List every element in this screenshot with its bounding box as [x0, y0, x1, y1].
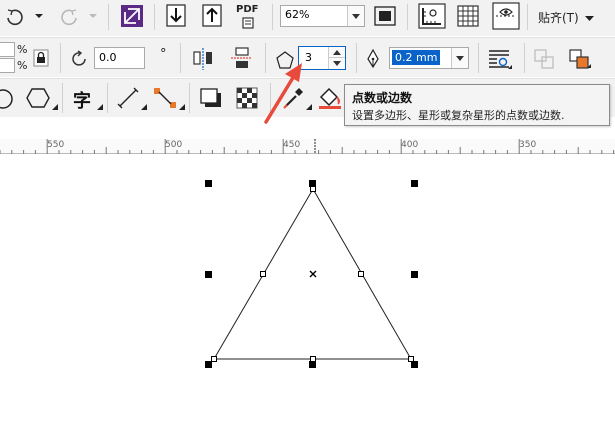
- polygon-tool-icon[interactable]: [26, 87, 50, 109]
- horizontal-ruler[interactable]: 550 500 450 400 350: [0, 139, 615, 154]
- app-launcher-icon[interactable]: [120, 4, 144, 28]
- connector-tool-flyout-icon[interactable]: [179, 104, 185, 110]
- export-icon[interactable]: [201, 4, 223, 28]
- snap-to-menu[interactable]: 贴齐(T): [538, 9, 594, 26]
- points-or-sides-tooltip: 点数或边数 设置多边形、星形或复杂星形的点数或边数.: [344, 84, 610, 126]
- rotation-angle-input[interactable]: 0.0: [94, 47, 145, 69]
- snap-dropdown-icon: [584, 16, 594, 21]
- import-icon[interactable]: [165, 4, 187, 28]
- drop-shadow-tool-icon[interactable]: [199, 87, 223, 109]
- annotation-arrow-icon: [264, 63, 302, 124]
- pdf-label: PDF: [236, 4, 259, 15]
- polygon-node[interactable]: [211, 356, 217, 362]
- rotate-icon: [72, 50, 86, 66]
- ruler-label: 350: [519, 140, 537, 150]
- polygon-node[interactable]: [310, 186, 316, 192]
- selection-handle[interactable]: [205, 180, 212, 187]
- tooltip-body: 设置多边形、星形或复杂星形的点数或边数.: [352, 109, 565, 122]
- to-back-of-layer-icon[interactable]: [568, 48, 592, 70]
- selection-handle[interactable]: [205, 271, 212, 278]
- snap-to-label: 贴齐(T): [538, 11, 579, 25]
- to-front-of-layer-icon[interactable]: [533, 48, 555, 70]
- zoom-level-combo[interactable]: 62%: [280, 5, 365, 27]
- scale-x-field[interactable]: [0, 42, 15, 57]
- mirror-vertical-icon[interactable]: [230, 46, 252, 70]
- polygon-node[interactable]: [310, 356, 316, 362]
- guidelines-icon[interactable]: [492, 2, 520, 30]
- polygon-tool-flyout-icon[interactable]: [52, 104, 58, 110]
- publish-pdf-button[interactable]: PDF: [236, 4, 260, 30]
- rotation-angle-value: 0.0: [99, 51, 117, 64]
- redo-dropdown-icon[interactable]: [88, 12, 98, 20]
- selection-handle[interactable]: [411, 180, 418, 187]
- zoom-level-value: 62%: [285, 8, 310, 21]
- dimension-tool-flyout-icon[interactable]: [141, 104, 147, 110]
- spinner-down-button[interactable]: [328, 58, 345, 69]
- selection-handle[interactable]: [411, 271, 418, 278]
- ruler-label: 450: [283, 140, 301, 150]
- drawing-canvas[interactable]: [0, 155, 615, 421]
- outline-width-value: 0.2 mm: [392, 50, 441, 65]
- undo-dropdown-icon[interactable]: [34, 12, 44, 20]
- outline-width-combo[interactable]: 0.2 mm: [389, 47, 469, 69]
- degree-symbol: °: [160, 47, 167, 62]
- text-tool-flyout-icon[interactable]: [97, 104, 103, 110]
- ellipse-tool-icon[interactable]: [0, 88, 14, 110]
- selected-polygon-group[interactable]: [0, 155, 615, 421]
- redo-icon[interactable]: [58, 6, 84, 28]
- pen-nib-icon: [367, 49, 379, 69]
- selection-handle[interactable]: [205, 361, 212, 368]
- connector-tool-icon[interactable]: [153, 87, 177, 109]
- dimension-tool-icon[interactable]: [117, 87, 139, 109]
- selection-handle[interactable]: [309, 180, 316, 187]
- transparency-tool-icon[interactable]: [236, 87, 258, 109]
- lock-ratio-icon[interactable]: [33, 49, 49, 67]
- polygon-node[interactable]: [260, 271, 266, 277]
- chevron-down-icon[interactable]: [347, 6, 364, 26]
- full-screen-icon[interactable]: [373, 5, 397, 27]
- selection-handle[interactable]: [309, 361, 316, 368]
- spinner-up-icon: [333, 50, 341, 55]
- polygon-node[interactable]: [408, 356, 414, 362]
- ruler-label: 400: [401, 140, 419, 150]
- pdf-icon: [242, 17, 254, 29]
- text-tool-icon[interactable]: 字: [73, 87, 91, 113]
- scale-y-percent: %: [17, 59, 28, 72]
- tooltip-title: 点数或边数: [352, 91, 413, 105]
- standard-toolbar: PDF 62% 贴齐(T): [0, 0, 615, 36]
- interactive-fill-tool-icon[interactable]: [318, 87, 342, 109]
- center-marker-icon: [309, 270, 317, 278]
- selection-handle[interactable]: [411, 361, 418, 368]
- ruler-label: 500: [165, 140, 183, 150]
- grid-icon[interactable]: [457, 5, 479, 27]
- text-wrap-icon[interactable]: [487, 48, 513, 72]
- mirror-horizontal-icon[interactable]: [192, 47, 214, 71]
- spinner-up-button[interactable]: [328, 47, 345, 58]
- ruler-label: 550: [47, 140, 65, 150]
- scale-x-percent: %: [17, 43, 28, 56]
- rulers-icon[interactable]: [418, 3, 446, 29]
- spinner-down-icon: [333, 61, 341, 66]
- polygon-node[interactable]: [358, 271, 364, 277]
- undo-icon[interactable]: [2, 6, 28, 28]
- scale-y-field[interactable]: [0, 58, 15, 73]
- chevron-down-icon[interactable]: [451, 48, 468, 68]
